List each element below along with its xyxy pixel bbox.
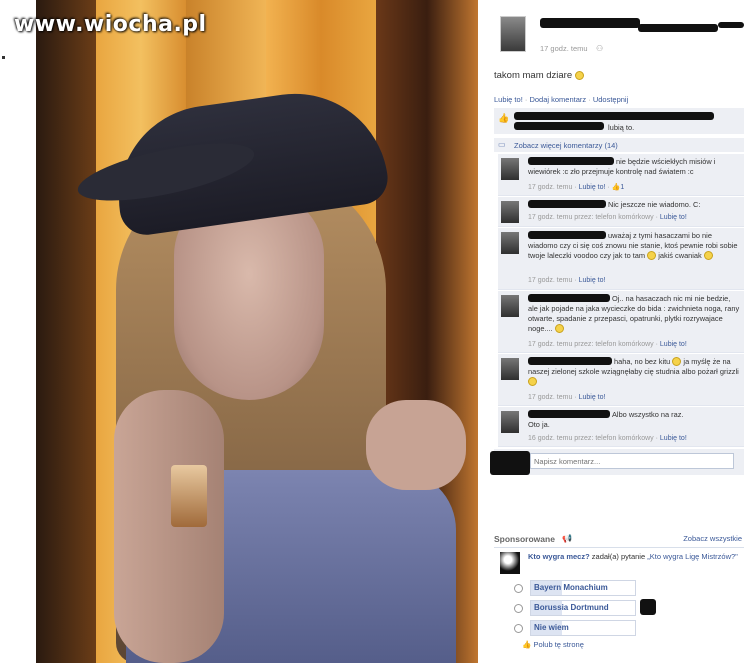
fist — [366, 400, 466, 490]
more-comments-row[interactable]: ▭ Zobacz więcej komentarzy (14) — [494, 138, 744, 152]
see-all-link[interactable]: Zobacz wszystkie — [683, 534, 742, 543]
sponsored-header: Sponsorowane 📢 Zobacz wszystkie — [494, 534, 744, 548]
thumbs-up-icon: 👍 — [498, 113, 510, 123]
comment-time: 17 godz. temu · — [528, 394, 579, 401]
post-actions: Lubię to! · Dodaj komentarz · Udostępnij — [494, 95, 629, 104]
poll-option[interactable]: Borussia Dortmund — [530, 600, 636, 616]
commenter-avatar[interactable] — [501, 295, 519, 317]
comment-link[interactable]: Dodaj komentarz — [529, 95, 586, 104]
bullet-dot — [2, 56, 5, 59]
comment-text-extra: Oto ja. — [528, 420, 550, 429]
comment-item: nie będzie wściekłych misiów i wiewiórek… — [498, 154, 744, 196]
option-radio[interactable] — [514, 604, 523, 613]
post-text-content: takom mam dziare — [494, 70, 573, 81]
comment-composer — [490, 449, 744, 475]
screenshot: www.wiocha.pl 17 godz. temu ⚇ takom mam … — [0, 0, 750, 663]
author-avatar[interactable] — [500, 16, 526, 52]
poll-option[interactable]: Bayern Monachium — [530, 580, 636, 596]
comment-text: Albo wszystko na raz. Oto ja. — [528, 410, 740, 430]
curtain-shadow — [36, 0, 96, 663]
smile-icon — [554, 324, 564, 333]
post-text: takom mam dziare — [494, 70, 584, 81]
comment-item: uważaj z tymi hasaczami bo nie wiadomo c… — [498, 228, 744, 290]
commenter-avatar[interactable] — [501, 411, 519, 433]
post-photo[interactable] — [36, 0, 478, 663]
smile-icon — [703, 251, 713, 260]
comment-text: Oj.. na hasaczach nic mi nie bedzie, ale… — [528, 294, 740, 334]
people-icon: ⚇ — [596, 44, 604, 53]
post-time: 17 godz. temu — [540, 44, 588, 53]
like-page-link[interactable]: Polub tę stronę — [533, 640, 583, 649]
question-mid-text: zadał(a) pytanie — [589, 552, 648, 561]
commenter-avatar[interactable] — [501, 158, 519, 180]
comment-time: 17 godz. temu · — [528, 184, 579, 191]
commenter-avatar[interactable] — [501, 232, 519, 254]
commenter-avatar[interactable] — [501, 201, 519, 223]
comment-meta: 17 godz. temu przez: telefon komórkowy ·… — [528, 214, 687, 221]
like-count[interactable]: 1 — [620, 184, 624, 191]
more-comments-link[interactable]: Zobacz więcej komentarzy (14) — [514, 141, 618, 150]
redacted-self-avatar — [490, 451, 530, 475]
comment-text: haha, no bez kitu ja myślę że na naszej … — [528, 357, 740, 387]
comment-meta: 17 godz. temu · Lubię to! — [528, 394, 605, 401]
comment-item: haha, no bez kitu ja myślę że na naszej … — [498, 354, 744, 406]
comment-text: Nic jeszcze nie wiadomo. C: — [608, 200, 701, 209]
arm — [114, 390, 224, 663]
question-link[interactable]: „Kto wygra Ligę Mistrzów?" — [647, 552, 738, 561]
smile-icon — [574, 71, 584, 80]
site-watermark: www.wiocha.pl — [14, 12, 207, 37]
voter-avatar — [640, 599, 656, 615]
likes-box: 👍 lubią to. — [494, 108, 744, 134]
comment-like-link[interactable]: Lubię to! — [579, 394, 606, 401]
comment-like-link[interactable]: Lubię to! — [579, 277, 606, 284]
redacted-liker-names — [514, 112, 714, 120]
likes-suffix: lubią to. — [608, 123, 635, 132]
smile-icon — [647, 251, 657, 260]
soccer-ball-avatar[interactable] — [500, 552, 520, 574]
sponsored-title: Sponsorowane — [494, 534, 555, 544]
like-page-row[interactable]: 👍 Polub tę stronę — [522, 640, 584, 649]
comment-input[interactable] — [530, 453, 734, 469]
comment-meta: 17 godz. temu · Lubię to! · 👍1 — [528, 184, 625, 191]
comment-text: nie będzie wściekłych misiów i wiewiórek… — [528, 157, 716, 176]
option-radio[interactable] — [514, 584, 523, 593]
comment-text-body: Albo wszystko na raz. — [612, 410, 684, 419]
comment-item: Nic jeszcze nie wiadomo. C: 17 godz. tem… — [498, 197, 744, 227]
comment-meta: 17 godz. temu · Lubię to! — [528, 277, 605, 284]
sponsored-question: Kto wygra mecz? zadał(a) pytanie „Kto wy… — [528, 552, 740, 562]
redacted-text — [638, 24, 718, 32]
comment-meta: 16 godz. temu przez: telefon komórkowy ·… — [528, 435, 687, 442]
comment-like-link[interactable]: Lubię to! — [660, 214, 687, 221]
comment-meta: 17 godz. temu przez: telefon komórkowy ·… — [528, 341, 687, 348]
megaphone-icon: 📢 — [562, 534, 572, 543]
smile-icon — [528, 377, 537, 386]
commenter-avatar[interactable] — [501, 358, 519, 380]
comment-time: 16 godz. temu przez: telefon komórkowy · — [528, 435, 660, 442]
tattoo-sticker — [171, 465, 207, 527]
option-radio[interactable] — [514, 624, 523, 633]
redacted-text — [718, 22, 744, 28]
comment-time: 17 godz. temu przez: telefon komórkowy · — [528, 214, 660, 221]
page-name-link[interactable]: Kto wygra mecz? — [528, 552, 590, 561]
redacted-author-name — [540, 18, 640, 28]
thumbs-up-icon: 👍 — [522, 640, 532, 649]
speech-bubble-icon: ▭ — [498, 140, 506, 149]
redacted-liker-names — [514, 122, 604, 130]
left-margin — [0, 0, 36, 663]
comment-item: Albo wszystko na raz. Oto ja. 16 godz. te… — [498, 407, 744, 447]
comment-text-body: haha, no bez kitu — [614, 357, 671, 366]
comment-like-link[interactable]: Lubię to! — [579, 184, 606, 191]
comment-time: 17 godz. temu przez: telefon komórkowy · — [528, 341, 660, 348]
post-sidebar: 17 godz. temu ⚇ takom mam dziare Lubię t… — [478, 0, 750, 663]
comment-text-extra: jakiś cwaniak — [658, 251, 702, 260]
poll-option[interactable]: Nie wiem — [530, 620, 636, 636]
like-link[interactable]: Lubię to! — [494, 95, 523, 104]
smile-icon — [672, 357, 682, 366]
comment-item: Oj.. na hasaczach nic mi nie bedzie, ale… — [498, 291, 744, 353]
comment-like-link[interactable]: Lubię to! — [660, 435, 687, 442]
comment-text: uważaj z tymi hasaczami bo nie wiadomo c… — [528, 231, 740, 261]
comment-like-link[interactable]: Lubię to! — [660, 341, 687, 348]
comment-time: 17 godz. temu · — [528, 277, 579, 284]
share-link[interactable]: Udostępnij — [593, 95, 628, 104]
